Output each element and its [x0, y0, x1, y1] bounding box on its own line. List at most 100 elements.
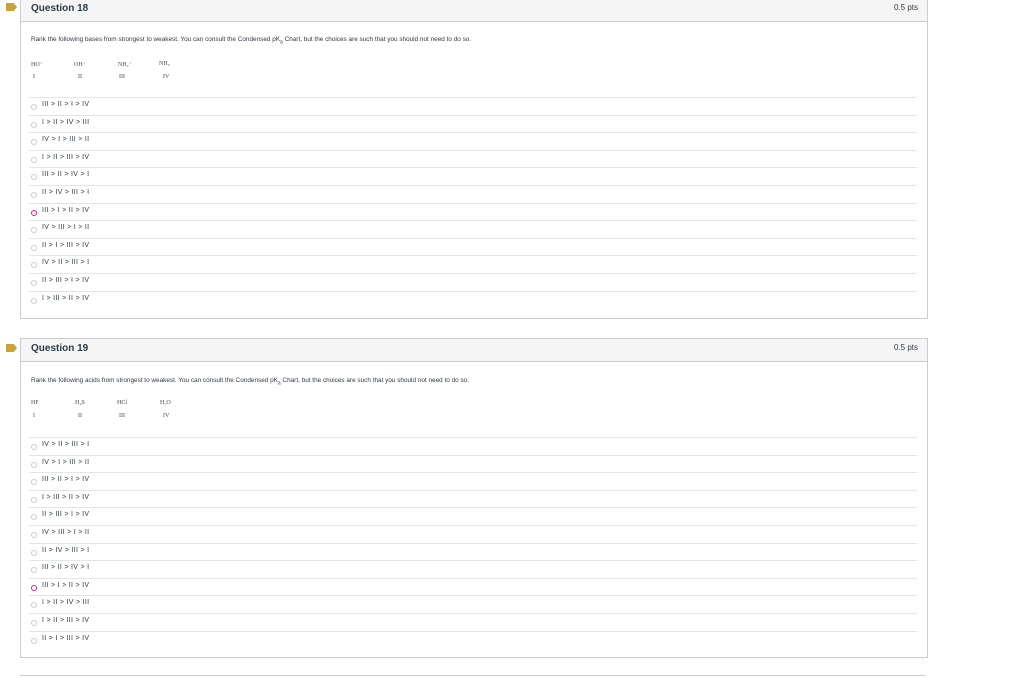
answer-label: I > II > IV > III — [42, 599, 90, 607]
answer-option[interactable]: I > III > II > IV — [29, 489, 917, 508]
answer-label: II > III > I > IV — [42, 276, 90, 284]
radio-button[interactable] — [31, 104, 37, 110]
radio-button[interactable] — [31, 602, 37, 609]
answer-option[interactable]: IV > I > III > II — [29, 454, 917, 473]
divider — [20, 675, 926, 676]
answer-option[interactable]: II > III > I > IV — [29, 272, 917, 291]
radio-button-selected[interactable] — [31, 209, 37, 216]
species-formula: HO⁻ — [31, 62, 43, 68]
radio-button[interactable] — [31, 444, 37, 450]
answer-option[interactable]: IV > II > III > I — [29, 437, 917, 455]
answer-label: III > II > IV > I — [42, 564, 90, 572]
answer-label: IV > II > III > I — [42, 441, 90, 448]
species-numeral: I — [33, 413, 35, 419]
radio-button[interactable] — [31, 496, 37, 503]
answer-label: I > II > IV > III — [42, 118, 90, 126]
species-formula: NH₃ — [159, 61, 170, 67]
species-formula: H₂O — [160, 400, 171, 406]
answer-option[interactable]: II > III > I > IV — [29, 507, 917, 525]
radio-button[interactable] — [31, 279, 37, 286]
question-header: Question 19 0.5 pts — [21, 339, 927, 362]
radio-button[interactable] — [31, 619, 37, 626]
question-header: Question 18 0.5 pts — [21, 0, 927, 22]
radio-button[interactable] — [31, 461, 37, 468]
answer-label: IV > I > III > II — [42, 458, 90, 466]
species-formula: H₂S — [75, 400, 85, 406]
species-formula: HF — [31, 400, 39, 406]
radio-button[interactable] — [31, 567, 37, 574]
answer-option[interactable]: IV > III > I > II — [29, 220, 917, 238]
answer-option[interactable]: III > II > IV > I — [29, 560, 917, 578]
answer-option[interactable]: IV > III > I > II — [29, 524, 917, 543]
answer-option[interactable]: III > II > IV > I — [29, 167, 917, 185]
answer-label: IV > II > III > I — [42, 259, 90, 267]
answer-label: II > I > III > IV — [42, 241, 90, 249]
radio-button[interactable] — [31, 174, 37, 181]
answer-option[interactable]: I > II > IV > III — [29, 114, 917, 133]
species-numeral: III — [119, 74, 125, 80]
radio-button[interactable] — [31, 514, 37, 521]
answer-label: III > I > II > IV — [42, 581, 90, 589]
radio-button[interactable] — [31, 244, 37, 251]
question-points: 0.5 pts — [893, 343, 918, 352]
question-18: Question 18 0.5 pts Rank the following b… — [20, 0, 928, 319]
answer-label: II > IV > III > I — [42, 188, 90, 196]
answer-option[interactable]: I > II > III > IV — [29, 612, 917, 631]
question-text: Rank the following acids from strongest … — [31, 377, 469, 387]
radio-button[interactable] — [31, 191, 37, 198]
answer-option[interactable]: IV > II > III > I — [29, 255, 917, 273]
species-numeral: III — [119, 413, 125, 419]
answer-option[interactable]: III > II > I > IV — [29, 472, 917, 490]
answer-option[interactable]: I > III > II > IV — [29, 290, 917, 309]
species-numeral: IV — [163, 413, 170, 419]
question-flag-icon[interactable] — [6, 344, 17, 352]
question-flag-icon[interactable] — [6, 3, 17, 11]
question-text: Rank the following bases from strongest … — [31, 36, 472, 46]
answer-label: II > I > III > IV — [42, 634, 90, 642]
radio-button[interactable] — [31, 227, 37, 234]
radio-button[interactable] — [31, 297, 37, 304]
radio-button[interactable] — [31, 549, 37, 556]
species-numeral: IV — [163, 74, 170, 80]
answer-option[interactable]: II > IV > III > I — [29, 542, 917, 561]
radio-button[interactable] — [31, 139, 37, 146]
answer-option-selected[interactable]: III > I > II > IV — [29, 202, 917, 221]
radio-button[interactable] — [31, 531, 37, 538]
answer-option[interactable]: III > II > I > IV — [29, 97, 917, 115]
answer-option-selected[interactable]: III > I > II > IV — [29, 577, 917, 596]
radio-button[interactable] — [31, 121, 37, 128]
species-formula: NH₂⁻ — [118, 62, 132, 68]
radio-button[interactable] — [31, 637, 37, 644]
answer-label: IV > III > I > II — [42, 528, 90, 536]
question-points: 0.5 pts — [893, 3, 918, 12]
answer-label: III > I > II > IV — [42, 206, 90, 214]
answer-label: I > III > II > IV — [42, 294, 90, 302]
answer-label: II > III > I > IV — [42, 511, 90, 519]
answer-option[interactable]: IV > I > III > II — [29, 132, 917, 150]
answer-option[interactable]: I > II > III > IV — [29, 149, 917, 168]
answer-label: III > II > IV > I — [42, 171, 90, 179]
species-formula: HCl — [117, 400, 128, 406]
answer-label: IV > III > I > II — [42, 224, 90, 232]
radio-button[interactable] — [31, 262, 37, 269]
answer-option[interactable]: I > II > IV > III — [29, 595, 917, 613]
answer-label: I > II > III > IV — [42, 616, 90, 624]
answer-option[interactable]: II > IV > III > I — [29, 184, 917, 203]
answer-option[interactable]: II > I > III > IV — [29, 237, 917, 256]
answer-label: IV > I > III > II — [42, 136, 90, 144]
species-numeral: II — [78, 74, 82, 80]
radio-button-selected[interactable] — [31, 584, 37, 591]
question-19: Question 19 0.5 pts Rank the following a… — [20, 338, 928, 658]
answer-label: II > IV > III > I — [42, 546, 90, 554]
answer-list: IV > II > III > I IV > I > III > II III … — [29, 437, 917, 648]
question-title: Question 19 — [31, 343, 89, 354]
species-formula: OH⁻ — [74, 62, 86, 68]
answer-label: I > II > III > IV — [42, 153, 90, 161]
species-numeral: I — [33, 74, 35, 80]
answer-label: III > II > I > IV — [42, 476, 90, 484]
radio-button[interactable] — [31, 479, 37, 486]
radio-button[interactable] — [31, 156, 37, 163]
species-numeral: II — [78, 413, 82, 419]
question-title: Question 18 — [31, 3, 89, 14]
answer-option[interactable]: II > I > III > IV — [29, 630, 917, 649]
